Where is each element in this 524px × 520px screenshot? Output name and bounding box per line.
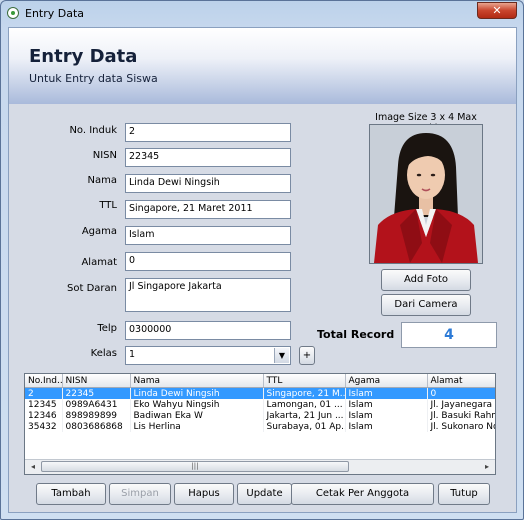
- nisn-label: NISN: [92, 150, 117, 161]
- sot-daran-field[interactable]: Jl Singapore Jakarta: [125, 278, 291, 312]
- total-record-label: Total Record: [317, 328, 395, 341]
- student-grid[interactable]: No.Ind.. NISN Nama TTL Agama Alamat 2 22…: [24, 373, 496, 475]
- scroll-thumb[interactable]: |||: [41, 461, 349, 472]
- table-cell: 22345: [62, 387, 131, 399]
- simpan-button[interactable]: Simpan: [109, 483, 171, 505]
- table-cell: 12346: [25, 410, 63, 421]
- telp-label: Telp: [97, 323, 117, 334]
- table-cell: Islam: [345, 387, 428, 399]
- title-bar[interactable]: Entry Data ✕: [1, 1, 523, 27]
- window-title: Entry Data: [25, 7, 85, 20]
- update-button[interactable]: Update: [237, 483, 292, 505]
- telp-field[interactable]: 0300000: [125, 321, 291, 340]
- add-kelas-button[interactable]: +: [299, 346, 315, 365]
- chevron-down-icon[interactable]: ▼: [274, 348, 289, 363]
- header-banner: Entry Data Untuk Entry data Siswa: [9, 28, 516, 104]
- camera-button[interactable]: Dari Camera: [381, 294, 471, 316]
- table-row[interactable]: 12346 898989899 Badiwan Eka W Jakarta, 2…: [25, 410, 495, 421]
- table-cell: Jl. Basuki Rahm...: [427, 410, 495, 421]
- tambah-button[interactable]: Tambah: [36, 483, 106, 505]
- alamat-label: Alamat: [81, 257, 117, 268]
- agama-label: Agama: [81, 226, 117, 237]
- column-header-alamat[interactable]: Alamat: [427, 374, 495, 388]
- table-cell: 898989899: [62, 410, 131, 421]
- horizontal-scrollbar[interactable]: ◂ ||| ▸: [25, 459, 495, 474]
- table-cell: Linda Dewi Ningsih: [130, 387, 264, 399]
- table-cell: 0: [427, 387, 495, 399]
- total-record-value: 4: [401, 322, 497, 348]
- column-header-no-induk[interactable]: No.Ind..: [25, 374, 63, 388]
- page-subtitle: Untuk Entry data Siswa: [29, 72, 158, 85]
- close-icon[interactable]: ✕: [477, 2, 517, 19]
- table-cell: Islam: [345, 410, 428, 421]
- app-icon: [7, 7, 19, 19]
- grid-table: No.Ind.. NISN Nama TTL Agama Alamat 2 22…: [25, 374, 495, 432]
- table-row[interactable]: 2 22345 Linda Dewi Ningsih Singapore, 21…: [25, 387, 495, 399]
- table-cell: Singapore, 21 M...: [263, 387, 346, 399]
- entry-data-window: Entry Data ✕ Entry Data Untuk Entry data…: [0, 0, 524, 520]
- ttl-field[interactable]: Singapore, 21 Maret 2011: [125, 200, 291, 219]
- nisn-field[interactable]: 22345: [125, 148, 291, 167]
- kelas-label: Kelas: [90, 348, 117, 359]
- table-cell: 0803686868: [62, 421, 131, 432]
- table-cell: Islam: [345, 421, 428, 432]
- column-header-nisn[interactable]: NISN: [62, 374, 131, 388]
- alamat-field[interactable]: 0: [125, 252, 291, 271]
- cetak-per-anggota-button[interactable]: Cetak Per Anggota: [291, 483, 434, 505]
- tutup-button[interactable]: Tutup: [438, 483, 490, 505]
- hapus-button[interactable]: Hapus: [174, 483, 234, 505]
- table-row[interactable]: 35432 0803686868 Lis Herlina Surabaya, 0…: [25, 421, 495, 432]
- table-cell: Islam: [345, 399, 428, 410]
- agama-field[interactable]: Islam: [125, 226, 291, 245]
- table-cell: 12345: [25, 399, 63, 410]
- no-induk-field[interactable]: 2: [125, 123, 291, 142]
- column-header-agama[interactable]: Agama: [345, 374, 428, 388]
- table-cell: Lamongan, 01 ...: [263, 399, 346, 410]
- table-cell: Jl. Sukonaro No: [427, 421, 495, 432]
- sot-daran-label: Sot Daran: [67, 283, 117, 294]
- grid-header-row: No.Ind.. NISN Nama TTL Agama Alamat: [25, 374, 495, 388]
- table-cell: 0989A6431: [62, 399, 131, 410]
- nama-label: Nama: [87, 175, 117, 186]
- ttl-label: TTL: [99, 200, 117, 211]
- column-header-nama[interactable]: Nama: [130, 374, 264, 388]
- student-photo-image: [370, 125, 482, 263]
- table-cell: Badiwan Eka W: [130, 410, 264, 421]
- table-row[interactable]: 12345 0989A6431 Eko Wahyu Ningsih Lamong…: [25, 399, 495, 410]
- table-cell: Eko Wahyu Ningsih: [130, 399, 264, 410]
- scroll-left-icon[interactable]: ◂: [26, 461, 40, 473]
- no-induk-label: No. Induk: [69, 125, 117, 136]
- page-title: Entry Data: [29, 46, 138, 67]
- table-cell: Lis Herlina: [130, 421, 264, 432]
- kelas-value: 1: [129, 349, 136, 360]
- student-photo: [369, 124, 483, 264]
- table-cell: Surabaya, 01 Ap...: [263, 421, 346, 432]
- kelas-select[interactable]: 1 ▼: [125, 346, 291, 365]
- nama-field[interactable]: Linda Dewi Ningsih: [125, 174, 291, 193]
- table-cell: 2: [25, 387, 63, 399]
- table-cell: Jl. Jayanegara: [427, 399, 495, 410]
- table-cell: Jakarta, 21 Jun ...: [263, 410, 346, 421]
- scroll-right-icon[interactable]: ▸: [480, 461, 494, 473]
- add-photo-button[interactable]: Add Foto: [381, 269, 471, 291]
- table-cell: 35432: [25, 421, 63, 432]
- column-header-ttl[interactable]: TTL: [263, 374, 346, 388]
- form-client-area: Entry Data Untuk Entry data Siswa No. In…: [8, 27, 517, 513]
